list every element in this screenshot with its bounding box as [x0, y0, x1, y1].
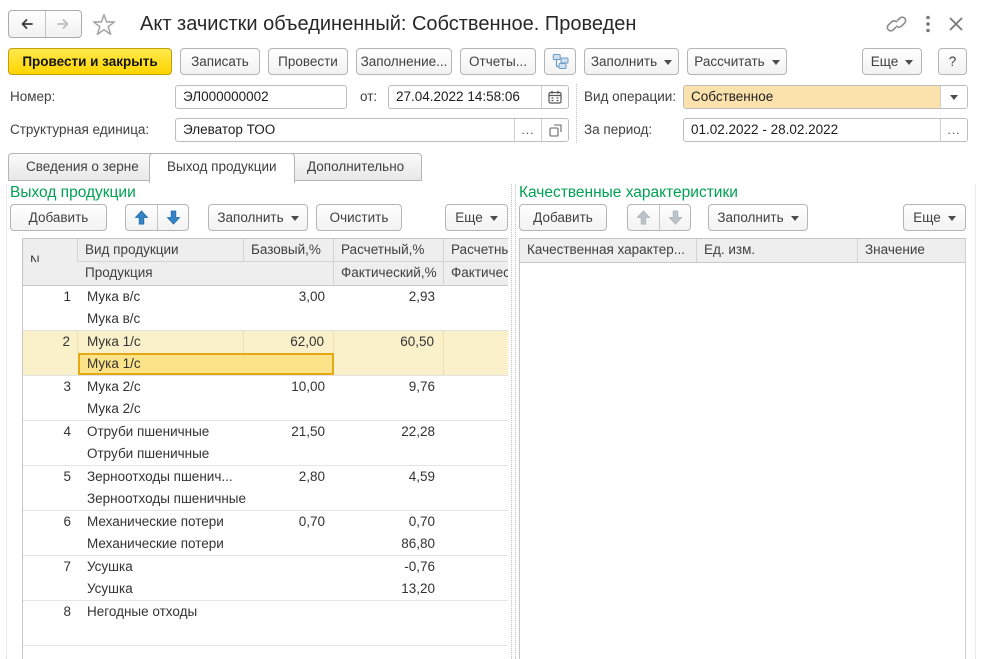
- left-fill-menu-button[interactable]: Заполнить: [208, 204, 308, 231]
- close-icon[interactable]: [949, 17, 963, 31]
- right-edge-guide: [975, 184, 976, 659]
- table-row[interactable]: 4 Отруби пшеничные 21,50 22,28 Отруби пш…: [23, 421, 508, 466]
- chevron-down-icon: [490, 216, 498, 221]
- post-and-close-button[interactable]: Провести и закрыть: [8, 48, 172, 75]
- filling-button[interactable]: Заполнение...: [356, 48, 452, 75]
- column-header-value: Значение: [858, 239, 966, 262]
- table-row[interactable]: 3 Мука 2/с 10,00 9,76 Мука 2/с: [23, 376, 508, 421]
- left-more-menu-button[interactable]: Еще: [445, 204, 508, 231]
- left-edge-guide: [6, 184, 7, 659]
- column-header-unit: Ед. изм.: [697, 239, 858, 262]
- structure-button[interactable]: [544, 48, 576, 75]
- table-row[interactable]: 8 Негодные отходы: [23, 601, 508, 646]
- period-input[interactable]: 01.02.2022 - 28.02.2022 ...: [683, 118, 968, 142]
- arrow-down-icon: [166, 210, 181, 225]
- kebab-menu-icon[interactable]: [925, 15, 931, 33]
- more-menu-button[interactable]: Еще: [862, 48, 922, 75]
- tab-product-output[interactable]: Выход продукции: [149, 153, 295, 183]
- tab-grain-info[interactable]: Сведения о зерне: [8, 153, 157, 181]
- chevron-down-icon: [772, 60, 780, 65]
- right-fill-menu-button[interactable]: Заполнить: [708, 204, 808, 231]
- table-header: Качественная характер... Ед. изм. Значен…: [520, 239, 965, 263]
- panel-splitter[interactable]: [511, 184, 512, 659]
- fill-menu-button[interactable]: Заполнить: [584, 48, 679, 75]
- help-button[interactable]: ?: [938, 48, 967, 75]
- forward-button[interactable]: [45, 11, 81, 37]
- chevron-down-icon: [950, 95, 958, 100]
- table-row[interactable]: 5 Зерноотходы пшенич... 2,80 4,59 Зерноо…: [23, 466, 508, 511]
- structural-unit-input[interactable]: Элеватор ТОО ...: [175, 118, 569, 142]
- active-cell[interactable]: Мука 1/с: [78, 353, 334, 375]
- chevron-down-icon: [948, 216, 956, 221]
- period-label: За период:: [584, 118, 652, 142]
- table-row[interactable]: 7 Усушка -0,76 Усушка 13,20: [23, 556, 508, 601]
- left-add-button[interactable]: Добавить: [10, 204, 107, 231]
- left-clear-button[interactable]: Очистить: [316, 204, 402, 231]
- chevron-down-icon: [291, 216, 299, 221]
- right-section-title: Качественные характеристики: [519, 183, 738, 203]
- choose-button[interactable]: ...: [514, 119, 541, 141]
- date-label: от:: [360, 85, 377, 109]
- left-section-title: Выход продукции: [10, 183, 136, 203]
- reports-button[interactable]: Отчеты...: [460, 48, 536, 75]
- left-move-buttons: [125, 204, 189, 231]
- calendar-icon: [548, 90, 562, 104]
- table-header: N Вид продукции Базовый,% Расчетный,% Ра…: [23, 239, 508, 286]
- panel-splitter[interactable]: [515, 184, 516, 659]
- arrow-up-icon: [134, 210, 149, 225]
- column-header-fact2: Фактичес: [444, 262, 508, 285]
- chevron-down-icon: [791, 216, 799, 221]
- save-button[interactable]: Записать: [180, 48, 260, 75]
- table-row[interactable]: 6 Механические потери 0,70 0,70 Механиче…: [23, 511, 508, 556]
- arrow-up-icon: [636, 210, 651, 225]
- arrow-left-icon: [19, 16, 35, 32]
- column-header-product-type: Вид продукции: [78, 239, 244, 262]
- structural-unit-label: Структурная единица:: [10, 118, 149, 142]
- table-row[interactable]: 1 Мука в/с 3,00 2,93 Мука в/с: [23, 286, 508, 331]
- quality-characteristics-table: Качественная характер... Ед. изм. Значен…: [519, 238, 966, 659]
- page-title: Акт зачистки объединенный: Собственное. …: [140, 9, 636, 39]
- open-button[interactable]: [541, 119, 568, 141]
- choose-period-button[interactable]: ...: [940, 119, 967, 141]
- date-input[interactable]: 27.04.2022 14:58:06: [388, 85, 569, 109]
- column-header-calc2: Расчетны: [444, 239, 508, 262]
- link-icon[interactable]: [886, 14, 908, 34]
- number-input[interactable]: ЭЛ000000002: [175, 85, 347, 109]
- back-button[interactable]: [9, 11, 45, 37]
- move-up-button[interactable]: [126, 205, 157, 230]
- dropdown-arrow-button[interactable]: [940, 86, 967, 108]
- arrow-right-icon: [55, 16, 71, 32]
- column-header-quality-characteristic: Качественная характер...: [520, 239, 697, 262]
- table-row-selected[interactable]: 2 Мука 1/с 62,00 60,50 Мука 1/с: [23, 331, 508, 376]
- favorite-star-icon[interactable]: [92, 13, 116, 37]
- operation-type-label: Вид операции:: [584, 85, 676, 109]
- tab-additional[interactable]: Дополнительно: [289, 153, 422, 181]
- history-nav-group: [8, 10, 82, 38]
- column-header-base-pct: Базовый,%: [244, 239, 334, 262]
- column-header-n: N: [23, 239, 78, 262]
- right-more-menu-button[interactable]: Еще: [903, 204, 966, 231]
- open-in-window-icon: [549, 124, 562, 137]
- chevron-down-icon: [905, 60, 913, 65]
- post-button[interactable]: Провести: [268, 48, 348, 75]
- column-header-fact-pct: Фактический,%: [334, 262, 444, 285]
- field-group-separator: [576, 84, 577, 143]
- column-header-calc-pct: Расчетный,%: [334, 239, 444, 262]
- calculate-menu-button[interactable]: Рассчитать: [687, 48, 787, 75]
- document-window: Акт зачистки объединенный: Собственное. …: [0, 0, 981, 659]
- chevron-down-icon: [664, 60, 672, 65]
- right-move-buttons: [627, 204, 691, 231]
- product-output-table: N Вид продукции Базовый,% Расчетный,% Ра…: [22, 238, 508, 659]
- move-down-button[interactable]: [157, 205, 188, 230]
- number-label: Номер:: [10, 85, 55, 109]
- structure-icon: [552, 53, 569, 70]
- arrow-down-icon: [668, 210, 683, 225]
- move-down-button-disabled[interactable]: [659, 205, 690, 230]
- move-up-button-disabled[interactable]: [628, 205, 659, 230]
- operation-type-select[interactable]: Собственное: [683, 85, 968, 109]
- empty-table-body[interactable]: [520, 263, 965, 659]
- right-add-button[interactable]: Добавить: [519, 204, 607, 231]
- column-header-product: Продукция: [78, 262, 334, 285]
- calendar-button[interactable]: [541, 86, 568, 108]
